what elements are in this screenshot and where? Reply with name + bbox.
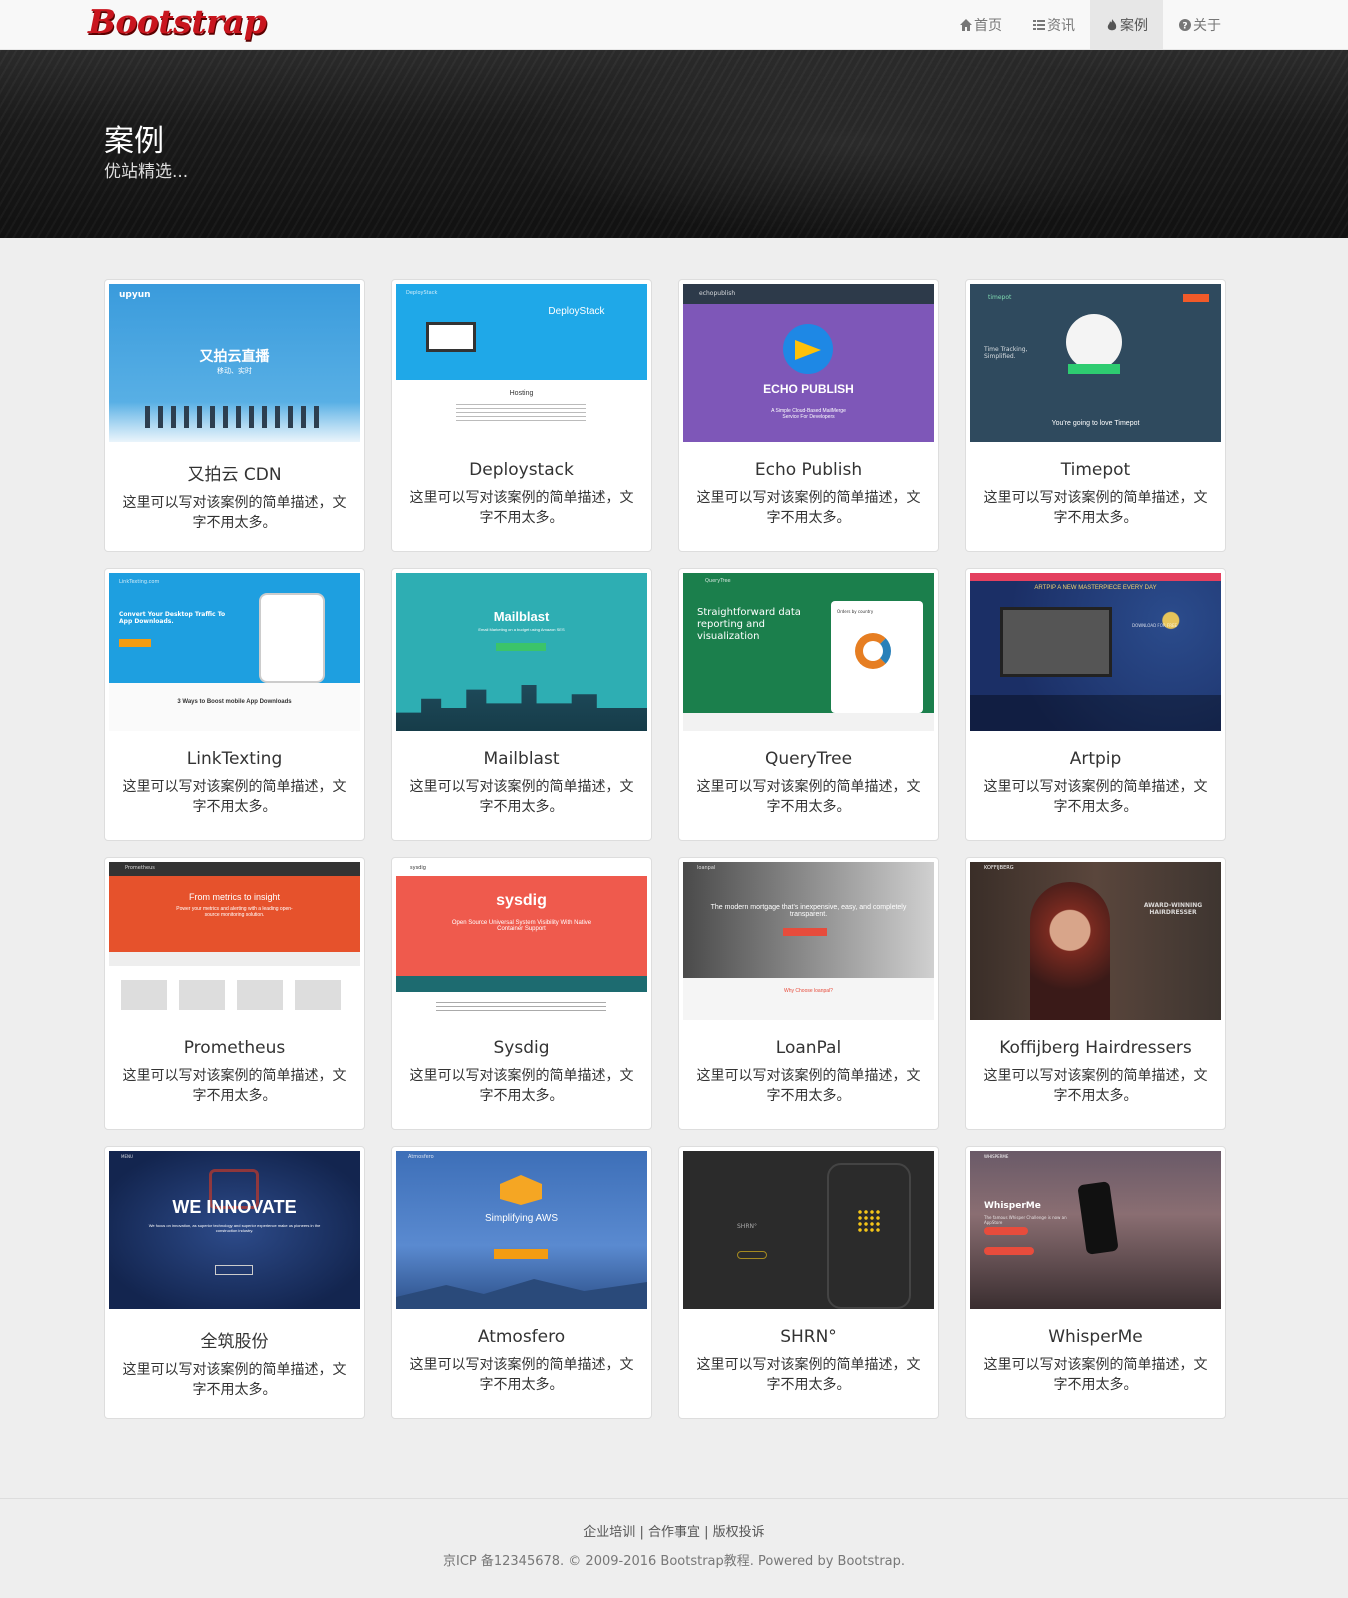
case-description: 这里可以写对该案例的简单描述，文字不用太多。 xyxy=(696,1068,921,1104)
case-thumbnail: Atmosfero Simplifying AWS xyxy=(396,1151,647,1309)
nav-item-about[interactable]: ? 关于 xyxy=(1163,0,1236,50)
case-card-deploystack[interactable]: DeployStack DeployStack Hosting Deployst… xyxy=(391,279,652,552)
nav-item-home[interactable]: 首页 xyxy=(944,0,1017,50)
case-title: WhisperMe xyxy=(1048,1327,1143,1347)
case-card-querytree[interactable]: QueryTree Straightforward data reporting… xyxy=(678,568,939,841)
jumbotron: 案例 优站精选... xyxy=(0,50,1348,238)
nav-item-label: 关于 xyxy=(1193,18,1221,34)
case-thumbnail: sysdig sysdig Open Source Universal Syst… xyxy=(396,862,647,1020)
case-card-sysdig[interactable]: sysdig sysdig Open Source Universal Syst… xyxy=(391,857,652,1130)
case-thumbnail: SHRN° xyxy=(683,1151,934,1309)
case-description: 这里可以写对该案例的简单描述，文字不用太多。 xyxy=(983,1357,1208,1393)
navbar: Bootstrap 首页 资讯 案例 ? 关于 xyxy=(0,0,1348,50)
page-title: 案例 xyxy=(104,124,164,159)
case-card-timepot[interactable]: timepot Time Tracking, Simplified. You'r… xyxy=(965,279,1226,552)
case-description: 这里可以写对该案例的简单描述，文字不用太多。 xyxy=(696,490,921,526)
nav-item-label: 首页 xyxy=(974,18,1002,34)
footer-copyright: 京ICP 备12345678. © 2009-2016 Bootstrap教程.… xyxy=(442,1554,906,1569)
case-card-linktexting[interactable]: LinkTexting.com Convert Your Desktop Tra… xyxy=(104,568,365,841)
nav-item-cases[interactable]: 案例 xyxy=(1090,0,1163,50)
case-card-koffijberg[interactable]: KOFFIJBERG AWARD-WINNING HAIRDRESSER Kof… xyxy=(965,857,1226,1130)
nav-menu: 首页 资讯 案例 ? 关于 xyxy=(944,0,1236,50)
case-thumbnail: WHISPERME WhisperMe The famous Whisper C… xyxy=(970,1151,1221,1309)
case-description: 这里可以写对该案例的简单描述，文字不用太多。 xyxy=(983,779,1208,815)
case-thumbnail: MENU WE INNOVATE We focus on innovation,… xyxy=(109,1151,360,1309)
case-title: Sysdig xyxy=(493,1038,550,1058)
case-thumbnail: loanpal The modern mortgage that's inexp… xyxy=(683,862,934,1020)
footer-link-cooperation[interactable]: 合作事宜 xyxy=(648,1525,700,1540)
case-thumbnail: LinkTexting.com Convert Your Desktop Tra… xyxy=(109,573,360,731)
case-description: 这里可以写对该案例的简单描述，文字不用太多。 xyxy=(409,1068,634,1104)
case-title: QueryTree xyxy=(764,749,853,769)
footer-link-copyright-complaint[interactable]: 版权投诉 xyxy=(713,1525,765,1540)
case-card-artpip[interactable]: ARTPIP A NEW MASTERPIECE EVERY DAY DOWNL… xyxy=(965,568,1226,841)
page-subtitle: 优站精选... xyxy=(104,162,189,182)
footer-link-training[interactable]: 企业培训 xyxy=(583,1525,635,1540)
case-thumbnail: KOFFIJBERG AWARD-WINNING HAIRDRESSER xyxy=(970,862,1221,1020)
case-description: 这里可以写对该案例的简单描述，文字不用太多。 xyxy=(696,779,921,815)
case-title: Echo Publish xyxy=(754,460,863,480)
nav-item-news[interactable]: 资讯 xyxy=(1017,0,1090,50)
case-thumbnail: Prometheus From metrics to insight Power… xyxy=(109,862,360,1020)
case-description: 这里可以写对该案例的简单描述，文字不用太多。 xyxy=(122,1362,347,1398)
case-title: SHRN° xyxy=(780,1327,837,1347)
case-title: Koffijberg Hairdressers xyxy=(999,1038,1192,1058)
case-title: Deploystack xyxy=(469,460,574,480)
case-card-mailblast[interactable]: Mailblast Email Marketing on a budget us… xyxy=(391,568,652,841)
case-thumbnail: QueryTree Straightforward data reporting… xyxy=(683,573,934,731)
question-circle-icon: ? xyxy=(1179,19,1191,32)
case-title: LoanPal xyxy=(775,1038,842,1058)
case-thumbnail: timepot Time Tracking, Simplified. You'r… xyxy=(970,284,1221,442)
nav-item-label: 资讯 xyxy=(1047,18,1075,34)
svg-text:?: ? xyxy=(1182,22,1187,32)
case-description: 这里可以写对该案例的简单描述，文字不用太多。 xyxy=(409,1357,634,1393)
footer-separator: | xyxy=(704,1525,709,1540)
case-card-shrn[interactable]: SHRN° SHRN° 这里可以写对该案例的简单描述，文字不用太多。 xyxy=(678,1146,939,1419)
case-card-whisperme[interactable]: WHISPERME WhisperMe The famous Whisper C… xyxy=(965,1146,1226,1419)
case-thumbnail: echopublish ECHO PUBLISH A Simple Cloud-… xyxy=(683,284,934,442)
case-thumbnail: Mailblast Email Marketing on a budget us… xyxy=(396,573,647,731)
case-description: 这里可以写对该案例的简单描述，文字不用太多。 xyxy=(409,779,634,815)
fire-icon xyxy=(1107,19,1117,31)
case-title: 全筑股份 xyxy=(200,1332,269,1352)
home-icon xyxy=(960,19,972,31)
case-card-upyun[interactable]: upyun 又拍云直播 移动、实时 又拍云 CDN 这里可以写对该案例的简单描述… xyxy=(104,279,365,552)
brand-logo[interactable]: Bootstrap xyxy=(88,2,267,41)
case-description: 这里可以写对该案例的简单描述，文字不用太多。 xyxy=(122,1068,347,1104)
list-icon xyxy=(1033,20,1045,30)
case-description: 这里可以写对该案例的简单描述，文字不用太多。 xyxy=(696,1357,921,1393)
footer: 企业培训 | 合作事宜 | 版权投诉 京ICP 备12345678. © 200… xyxy=(0,1498,1348,1598)
case-title: LinkTexting xyxy=(186,749,283,769)
case-title: Prometheus xyxy=(183,1038,286,1058)
footer-separator: | xyxy=(639,1525,644,1540)
case-card-quanzhu[interactable]: MENU WE INNOVATE We focus on innovation,… xyxy=(104,1146,365,1419)
case-title: 又拍云 CDN xyxy=(187,465,282,485)
case-description: 这里可以写对该案例的简单描述，文字不用太多。 xyxy=(122,779,347,815)
case-thumbnail: upyun 又拍云直播 移动、实时 xyxy=(109,284,360,442)
case-title: Timepot xyxy=(1060,460,1131,480)
case-description: 这里可以写对该案例的简单描述，文字不用太多。 xyxy=(983,490,1208,526)
case-card-atmosfero[interactable]: Atmosfero Simplifying AWS Atmosfero 这里可以… xyxy=(391,1146,652,1419)
case-title: Artpip xyxy=(1069,749,1122,769)
case-title: Mailblast xyxy=(483,749,560,769)
case-description: 这里可以写对该案例的简单描述，文字不用太多。 xyxy=(409,490,634,526)
case-description: 这里可以写对该案例的简单描述，文字不用太多。 xyxy=(983,1068,1208,1104)
footer-links: 企业培训 | 合作事宜 | 版权投诉 xyxy=(0,1521,1348,1540)
case-title: Atmosfero xyxy=(477,1327,566,1347)
nav-item-label: 案例 xyxy=(1120,18,1148,34)
case-card-loanpal[interactable]: loanpal The modern mortgage that's inexp… xyxy=(678,857,939,1130)
case-thumbnail: DeployStack DeployStack Hosting xyxy=(396,284,647,442)
case-thumbnail: ARTPIP A NEW MASTERPIECE EVERY DAY DOWNL… xyxy=(970,573,1221,731)
case-description: 这里可以写对该案例的简单描述，文字不用太多。 xyxy=(122,495,347,531)
case-card-echopublish[interactable]: echopublish ECHO PUBLISH A Simple Cloud-… xyxy=(678,279,939,552)
case-card-prometheus[interactable]: Prometheus From metrics to insight Power… xyxy=(104,857,365,1130)
